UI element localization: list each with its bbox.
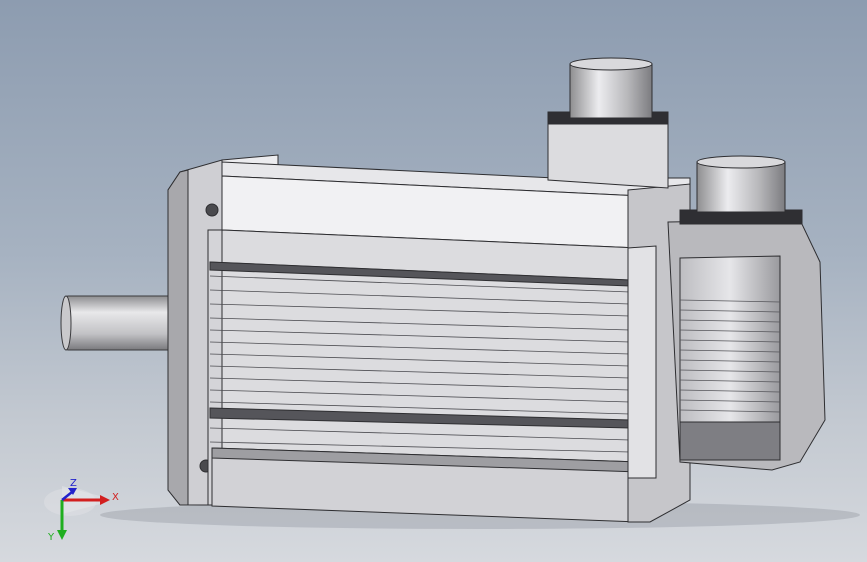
x-axis-label: X [112, 492, 119, 503]
output-shaft[interactable] [60, 295, 175, 351]
y-axis-label: Y [47, 532, 55, 542]
motor-housing[interactable] [207, 161, 691, 523]
cad-graphics-viewport[interactable]: X Z Y [0, 0, 867, 562]
coordinate-triad: X Z Y [44, 478, 119, 542]
power-connector[interactable] [547, 57, 669, 189]
z-axis-label: Z [70, 478, 77, 489]
encoder-housing[interactable] [667, 155, 826, 471]
servo-motor-model[interactable] [0, 0, 867, 562]
